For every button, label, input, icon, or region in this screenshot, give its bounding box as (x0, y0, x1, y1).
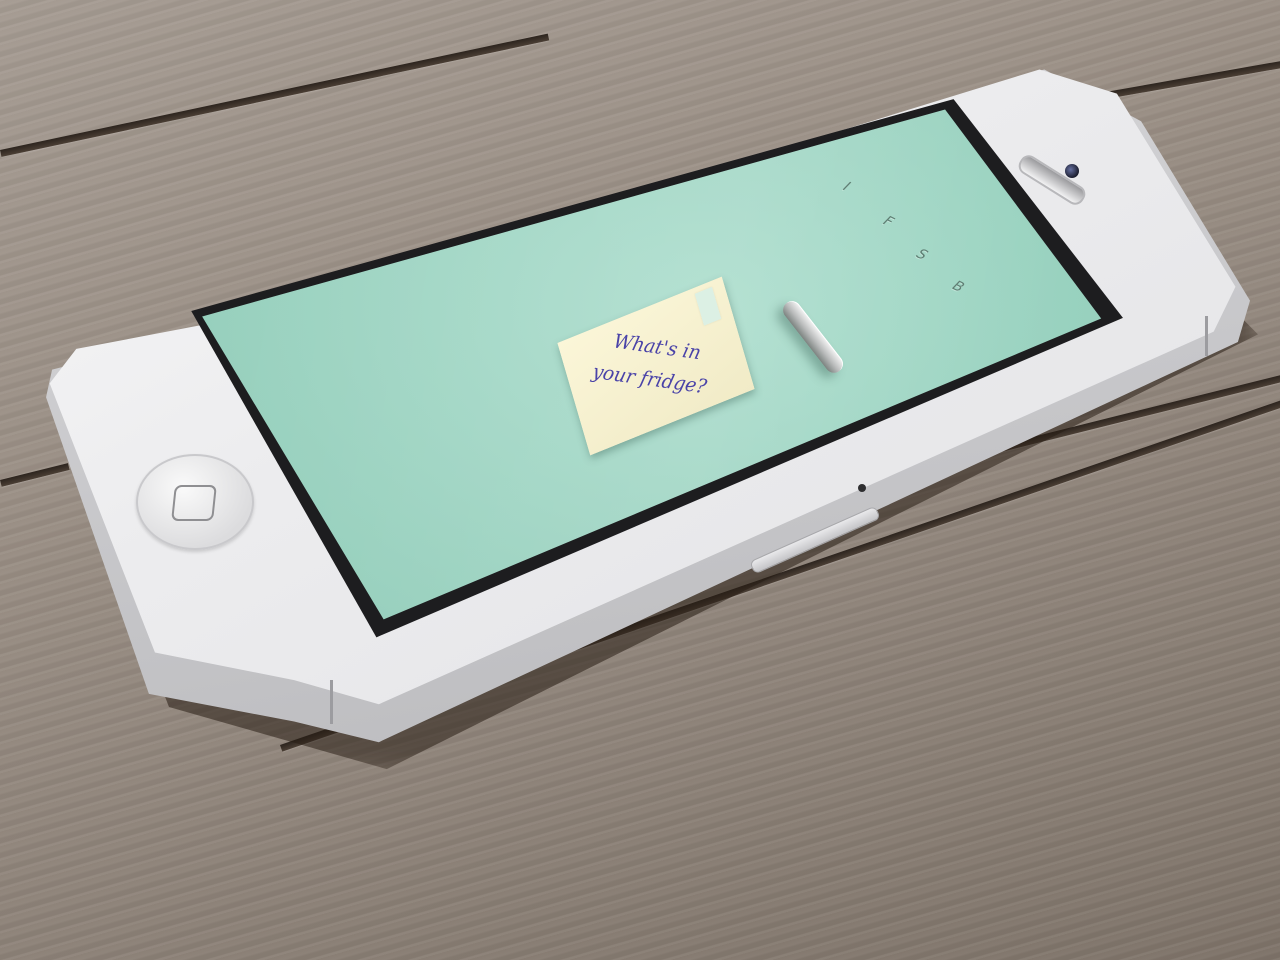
sim-eject-hole (858, 484, 866, 492)
iphone-device: I F S B What's in your fridge? (40, 66, 1258, 770)
sticky-note-text: What's in your fridge? (590, 330, 709, 399)
antenna-band (330, 680, 333, 724)
antenna-band (1205, 316, 1208, 356)
home-square-icon (171, 485, 217, 521)
tape-strip (694, 286, 722, 326)
home-button[interactable] (136, 454, 254, 550)
front-camera (1065, 164, 1079, 178)
